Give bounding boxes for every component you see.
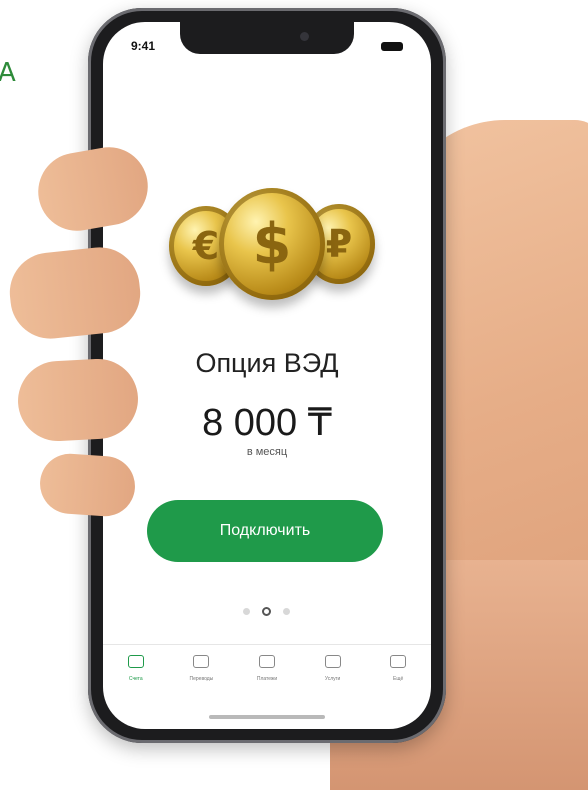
tab-label: Переводы	[189, 676, 214, 682]
tab-payments[interactable]: Платежи	[234, 645, 300, 707]
battery-icon	[381, 42, 403, 51]
tab-bar: Счета Переводы Платежи Услуги Ещё	[103, 644, 431, 707]
tab-services[interactable]: Услуги	[300, 645, 366, 707]
dollar-coin-icon: $	[219, 188, 325, 300]
offer-title: Опция ВЭД	[195, 348, 339, 378]
transfer-icon	[193, 655, 210, 668]
phone-screen: 9:41 € ₽ $ Опция ВЭД 8 000 ₸ в месяц Под…	[103, 22, 431, 729]
hand-finger	[38, 451, 137, 519]
offer-price: 8 000 ₸	[202, 402, 332, 444]
offer-period: в месяц	[246, 446, 288, 458]
more-icon	[390, 655, 407, 668]
phone-frame: 9:41 € ₽ $ Опция ВЭД 8 000 ₸ в месяц Под…	[88, 8, 446, 743]
carousel-pagination	[239, 605, 295, 617]
home-icon	[127, 655, 144, 668]
cropped-logo-letter: A	[0, 58, 16, 88]
tab-label: Ещё	[393, 676, 404, 682]
tab-transfers[interactable]: Переводы	[169, 645, 235, 707]
tab-label: Платежи	[256, 676, 278, 682]
tab-label: Счета	[128, 676, 143, 682]
phone-notch	[180, 22, 354, 54]
services-icon	[324, 655, 341, 668]
tab-label: Услуги	[324, 676, 341, 682]
hand-finger	[15, 356, 141, 444]
status-time: 9:41	[131, 39, 156, 53]
pagination-dot[interactable]	[243, 608, 250, 615]
coins-illustration: € ₽ $	[165, 184, 375, 304]
tab-more[interactable]: Ещё	[365, 645, 431, 707]
payments-icon	[258, 655, 275, 668]
connect-button[interactable]: Подключить	[147, 500, 383, 562]
pagination-dot-active[interactable]	[262, 607, 271, 616]
pagination-dot[interactable]	[283, 608, 290, 615]
front-camera-icon	[300, 32, 309, 41]
home-indicator[interactable]	[209, 715, 325, 719]
tab-accounts[interactable]: Счета	[103, 645, 169, 707]
